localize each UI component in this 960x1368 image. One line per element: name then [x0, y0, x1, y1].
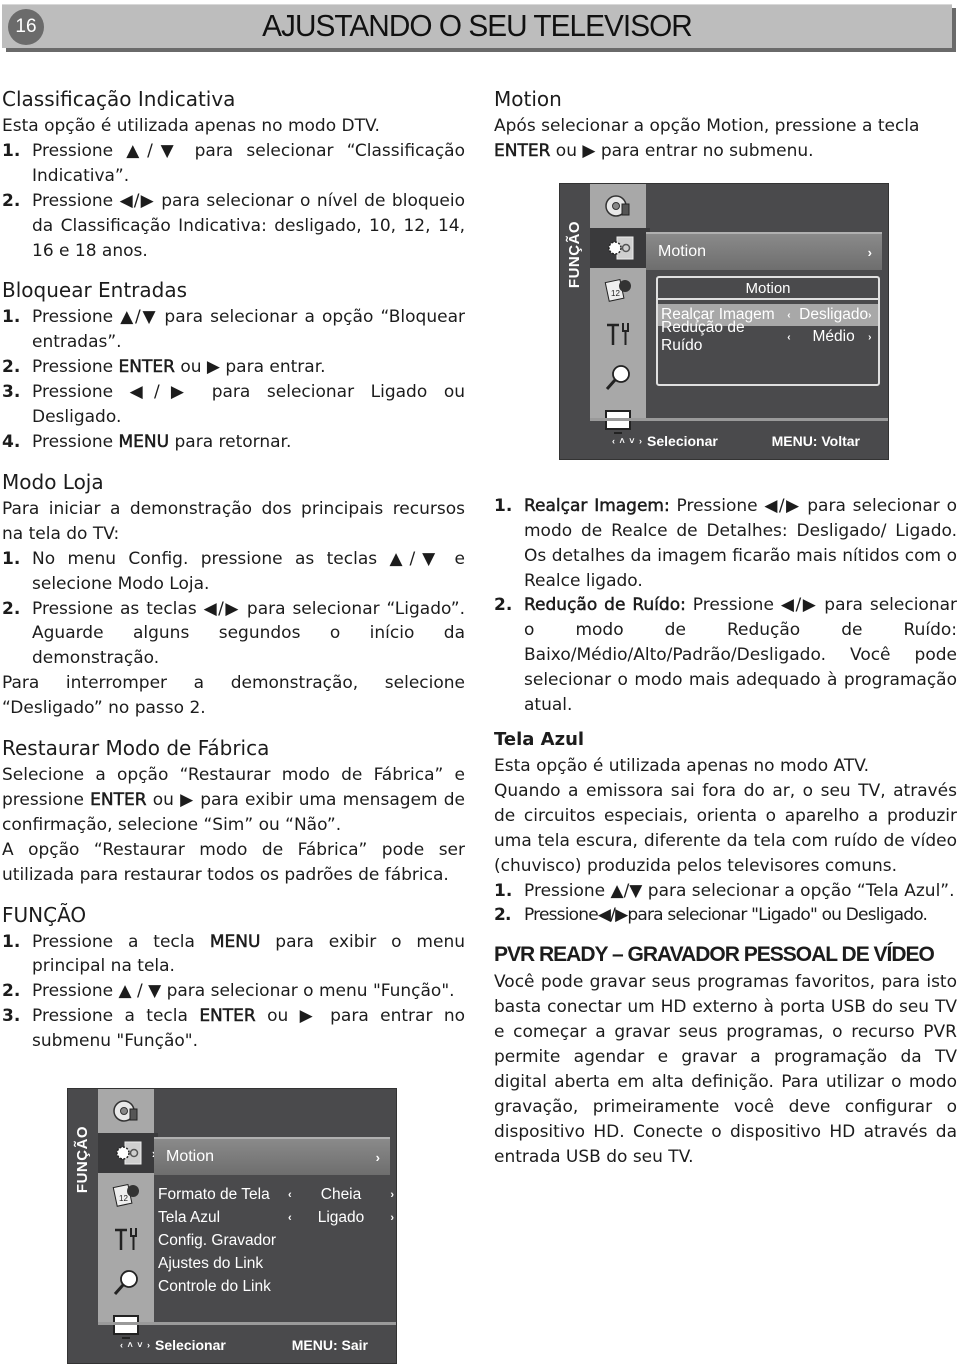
list-item: 1. Realçar Imagem: Pressione ◀/▶ para sel…	[494, 495, 957, 591]
section-title-pvr: PVR READY – GRAVADOR PESSOAL DE VÍDEO	[494, 943, 935, 967]
list-item: 4. Pressione MENU para retornar.	[2, 431, 292, 453]
classificacao-intro: Esta opção é utilizada apenas no modo DT…	[2, 116, 380, 136]
menu-exit-hint: MENU: Sair	[291, 1337, 368, 1353]
list-item: 3. Pressione ◀/▶ para selecionar Ligado o…	[2, 382, 465, 428]
calendar-clock-icon: 12	[604, 278, 631, 302]
list-item: 1. No menu Config. pressione as teclas ▲/…	[2, 548, 465, 594]
page-title: AJUSTANDO O SEU TELEVISOR	[262, 8, 693, 43]
list-item: 3. Pressione a tecla ENTER ou ▶ para entr…	[2, 1006, 465, 1052]
section-title-modo-loja: Modo Loja	[2, 469, 104, 494]
chevron-right-icon: ›	[868, 309, 872, 321]
list-item: 1. Pressione ▲/▼ para selecionar a opção …	[2, 307, 465, 353]
disc-icon	[113, 1100, 138, 1122]
menu-side-label: FUNÇÃO	[566, 220, 584, 288]
classificacao-steps: 1. Pressione ▲/▼ para selecionar “Classif…	[2, 139, 465, 264]
list-item: 2. Pressione ◀/▶ para selecionar o nível …	[2, 190, 465, 261]
navigation-arrows-icon: ‹ ˄ ˅ ›	[120, 1340, 152, 1350]
section-title-restaurar: Restaurar Modo de Fábrica	[2, 736, 270, 761]
menu-row[interactable]: Config. Gravador	[158, 1229, 394, 1252]
list-item: 1. Pressione ▲/▼ para selecionar a opção …	[494, 880, 955, 901]
chevron-right-icon: ›	[390, 1188, 394, 1201]
menu-icon-picture[interactable]	[590, 184, 646, 228]
list-item: 2. Pressione ENTER ou ▶ para entrar.	[2, 357, 326, 378]
menu-selected-item[interactable]: Motion ›	[154, 1137, 390, 1175]
list-item: 2. Redução de Ruído: Pressione ◀/▶ para s…	[494, 595, 958, 716]
menu-divider	[98, 1322, 396, 1325]
section-title-motion: Motion	[494, 87, 562, 111]
section-title-funcao: FUNÇÃO	[2, 902, 87, 927]
left-column: Classificação Indicativa Esta opção é ut…	[2, 84, 465, 1054]
svg-text:12: 12	[119, 1194, 128, 1203]
menu-row[interactable]: Controle do Link	[158, 1275, 394, 1298]
tools-icon	[115, 1228, 137, 1250]
restaurar-paragraph-2: A opção “Restaurar modo de Fábrica” pode…	[2, 839, 465, 885]
menu-side-label: FUNÇÃO	[74, 1125, 92, 1193]
gears-icon	[116, 1141, 142, 1165]
menu-icon-column: › 12	[98, 1089, 158, 1339]
page-header: 16 AJUSTANDO O SEU TELEVISOR	[2, 4, 952, 48]
bloquear-steps: 1. Pressione ▲/▼ para selecionar a opção …	[2, 305, 465, 454]
menu-selected-item[interactable]: Motion ›	[646, 232, 882, 270]
funcao-steps: 1. Pressione a tecla MENU para exibir o m…	[2, 930, 465, 1055]
section-title-classificacao: Classificação Indicativa	[2, 87, 236, 111]
menu-divider	[590, 418, 888, 421]
calendar-clock-icon: 12	[112, 1183, 139, 1207]
tela-azul-steps: 1. Pressione ▲/▼ para selecionar a opção …	[494, 879, 957, 929]
submenu-row[interactable]: Redução de Ruído ‹ Médio ›	[658, 319, 878, 354]
tela-azul-paragraph-2: Quando a emissora sai fora do ar, o seu …	[494, 780, 957, 876]
list-item: 2. Pressione ▲ / ▼ para selecionar o menu…	[2, 981, 455, 1002]
chevron-left-icon: ‹	[787, 309, 791, 321]
menu-icon-function[interactable]	[590, 228, 650, 268]
motion-paragraph: Após selecionar a opção Motion, pression…	[494, 116, 920, 161]
list-item: 2. Pressione as teclas ◀/▶ para seleciona…	[2, 598, 465, 669]
menu-icon-picture[interactable]	[98, 1089, 154, 1133]
menu-icon-column: 12	[590, 184, 650, 434]
menu-row[interactable]: Formato de Tela ‹ Cheia ›	[158, 1183, 394, 1206]
tools-icon	[607, 323, 629, 345]
menu-icon-timer[interactable]: 12	[98, 1173, 154, 1217]
list-item: 1. Pressione ▲/▼ para selecionar “Classif…	[2, 140, 465, 186]
disc-icon	[605, 195, 630, 217]
menu-footer: ‹ ˄ ˅ › Selecionar MENU: Sair	[120, 1337, 368, 1353]
section-title-tela-azul: Tela Azul	[494, 728, 585, 750]
magnifier-icon	[113, 1270, 138, 1295]
tela-azul-paragraph-1: Esta opção é utilizada apenas no modo AT…	[494, 755, 870, 776]
menu-back-hint: MENU: Voltar	[771, 433, 860, 449]
menu-rows: Formato de Tela ‹ Cheia › Tela Azul ‹ Li…	[158, 1183, 394, 1298]
svg-text:12: 12	[611, 289, 620, 298]
motion-steps: 1. Realçar Imagem: Pressione ◀/▶ para sel…	[494, 494, 957, 718]
chevron-left-icon: ‹	[288, 1211, 292, 1224]
chevron-right-icon: ›	[375, 1149, 380, 1165]
gears-icon	[608, 236, 634, 260]
section-title-bloquear: Bloquear Entradas	[2, 278, 188, 303]
motion-submenu: Motion Realçar Imagem ‹ Desligado › Redu…	[656, 276, 880, 386]
restaurar-paragraph-1: Selecione a opção “Restaurar modo de Fáb…	[2, 765, 465, 835]
menu-icon-timer[interactable]: 12	[590, 268, 646, 312]
list-item: 2. Pressione◀/▶para selecionar "Ligado" o…	[494, 905, 928, 926]
chevron-left-icon: ‹	[787, 331, 791, 343]
chevron-right-icon: ›	[868, 331, 872, 343]
chevron-left-icon: ‹	[288, 1188, 292, 1201]
menu-row[interactable]: Ajustes do Link	[158, 1252, 394, 1275]
modo-loja-intro: Para iniciar a demonstração dos principa…	[2, 498, 465, 544]
menu-icon-setup[interactable]	[98, 1217, 154, 1261]
tv-menu-motion: FUNÇÃO 12 Motion › Motion Realçar Imagem…	[559, 183, 889, 460]
navigation-arrows-icon: ‹ ˄ ˅ ›	[612, 436, 644, 446]
modo-loja-steps: 1. No menu Config. pressione as teclas ▲/…	[2, 547, 465, 672]
menu-footer: ‹ ˄ ˅ › Selecionar MENU: Voltar	[612, 433, 860, 449]
menu-icon-search[interactable]	[98, 1261, 154, 1305]
chevron-right-icon: ›	[867, 244, 872, 260]
menu-icon-search[interactable]	[590, 356, 646, 400]
menu-row[interactable]: Tela Azul ‹ Ligado ›	[158, 1206, 394, 1229]
tv-menu-funcao: FUNÇÃO › 12 Motion › Formato de Tela ‹ C…	[67, 1088, 397, 1364]
menu-icon-function[interactable]: ›	[98, 1133, 158, 1173]
chevron-right-icon: ›	[390, 1211, 394, 1224]
pvr-paragraph: Você pode gravar seus programas favorito…	[494, 972, 957, 1167]
submenu-title: Motion	[658, 278, 878, 300]
list-item: 1. Pressione a tecla MENU para exibir o m…	[2, 931, 465, 977]
menu-icon-setup[interactable]	[590, 312, 646, 356]
modo-loja-outro: Para interromper a demonstração, selecio…	[2, 673, 465, 719]
magnifier-icon	[605, 365, 630, 390]
